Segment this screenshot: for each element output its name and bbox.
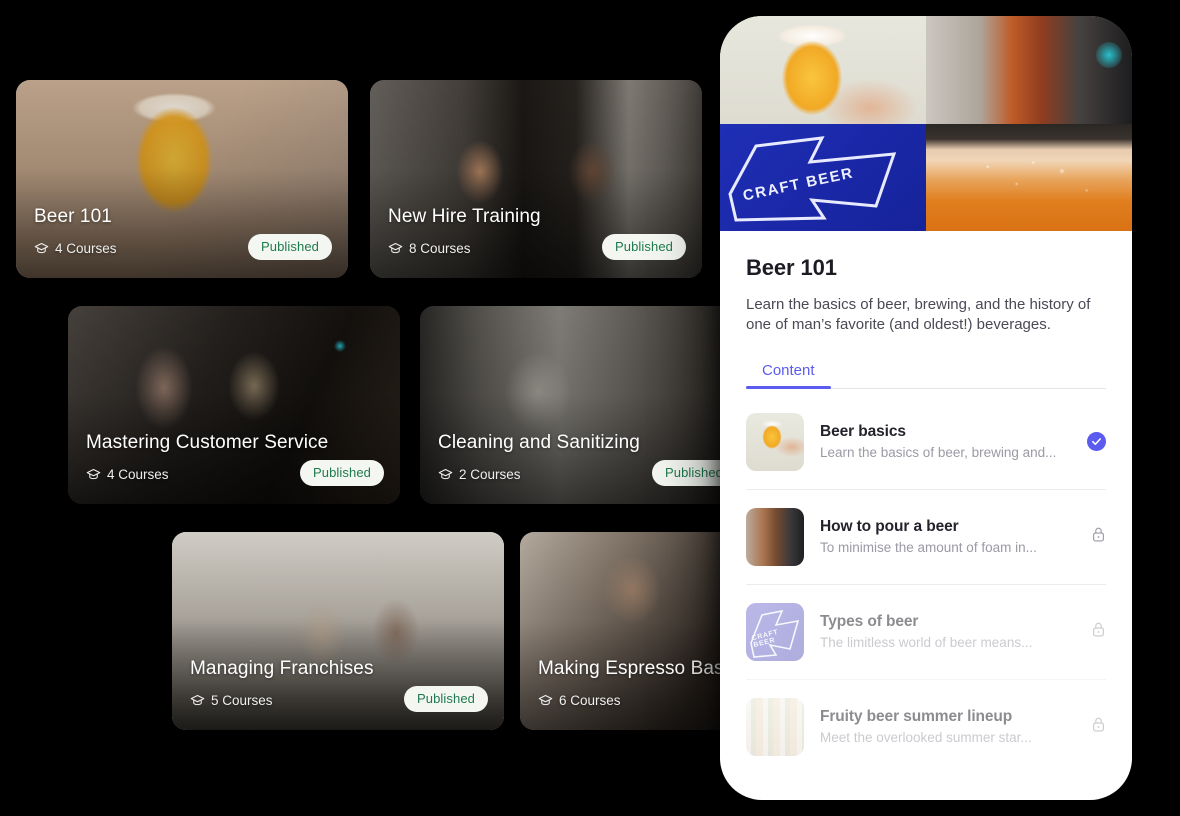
- course-detail-title: Beer 101: [746, 255, 837, 280]
- course-count-label: 4 Courses: [55, 241, 117, 256]
- lesson-subtitle: Meet the overlooked summer star...: [820, 730, 1032, 745]
- lock-icon: [1091, 526, 1106, 548]
- lesson-text-block: Fruity beer summer lineup Meet the overl…: [820, 708, 1068, 745]
- lesson-list-item[interactable]: How to pour a beer To minimise the amoun…: [746, 490, 1106, 585]
- status-badge: Published: [602, 234, 686, 260]
- graduation-cap-icon: [190, 693, 205, 708]
- lesson-title: Fruity beer summer lineup: [820, 708, 1013, 725]
- course-card-meta: 5 Courses: [190, 693, 273, 708]
- page-root: Beer 101 4 Courses Published New Hire Tr…: [0, 0, 1180, 816]
- course-card-title: Making Espresso Based: [538, 658, 745, 679]
- check-circle-icon: [1087, 432, 1106, 451]
- lesson-state: [1084, 432, 1106, 451]
- course-card-beer-101[interactable]: Beer 101 4 Courses Published: [16, 80, 348, 278]
- course-card-title: Cleaning and Sanitizing: [438, 432, 640, 453]
- lesson-state: [1084, 716, 1106, 738]
- course-card-meta: 6 Courses: [538, 693, 621, 708]
- phone-content-area: Beer 101 Learn the basics of beer, brewi…: [720, 231, 1132, 774]
- hero-quadrant-beer-foam-photo: [926, 123, 1132, 231]
- lock-icon: [1091, 716, 1106, 738]
- lesson-subtitle: Learn the basics of beer, brewing and...: [820, 445, 1057, 460]
- lesson-text-block: Beer basics Learn the basics of beer, br…: [820, 423, 1068, 460]
- lesson-thumbnail: CRAFT BEER: [746, 602, 804, 661]
- lesson-text-block: How to pour a beer To minimise the amoun…: [820, 518, 1068, 555]
- lesson-list-item[interactable]: Beer basics Learn the basics of beer, br…: [746, 395, 1106, 490]
- lesson-subtitle: The limitless world of beer means...: [820, 635, 1033, 650]
- course-detail-description: Learn the basics of beer, brewing, and t…: [746, 296, 1091, 334]
- lesson-list-item[interactable]: Fruity beer summer lineup Meet the overl…: [746, 680, 1106, 774]
- lesson-thumbnail: [746, 412, 804, 471]
- graduation-cap-icon: [388, 241, 403, 256]
- hero-quadrant-beer-taps-photo: [926, 16, 1132, 124]
- course-count-label: 8 Courses: [409, 241, 471, 256]
- lesson-title: Types of beer: [820, 613, 919, 630]
- lesson-state: [1084, 526, 1106, 548]
- lesson-thumbnail: [746, 697, 804, 756]
- hero-quadrant-craft-beer-sign-photo: CRAFT BEER: [720, 123, 926, 231]
- course-card-meta: 4 Courses: [86, 467, 169, 482]
- graduation-cap-icon: [34, 241, 49, 256]
- graduation-cap-icon: [438, 467, 453, 482]
- lesson-list-item[interactable]: CRAFT BEER Types of beer The limitless w…: [746, 585, 1106, 680]
- course-card-title: Mastering Customer Service: [86, 432, 329, 453]
- status-badge: Published: [248, 234, 332, 260]
- lesson-state: [1084, 621, 1106, 643]
- course-card-title: Beer 101: [34, 206, 112, 227]
- course-card-managing-franchises[interactable]: Managing Franchises 5 Courses Published: [172, 532, 504, 730]
- status-badge: Published: [300, 460, 384, 486]
- course-count-label: 6 Courses: [559, 693, 621, 708]
- lesson-title: How to pour a beer: [820, 518, 959, 535]
- course-card-cleaning-and-sanitizing[interactable]: Cleaning and Sanitizing 2 Courses Publis…: [420, 306, 752, 504]
- course-card-mastering-customer-service[interactable]: Mastering Customer Service 4 Courses Pub…: [68, 306, 400, 504]
- graduation-cap-icon: [538, 693, 553, 708]
- course-card-title: New Hire Training: [388, 206, 541, 227]
- course-count-label: 5 Courses: [211, 693, 273, 708]
- course-card-meta: 2 Courses: [438, 467, 521, 482]
- lesson-subtitle: To minimise the amount of foam in...: [820, 540, 1037, 555]
- course-card-meta: 8 Courses: [388, 241, 471, 256]
- hero-quadrant-beer-glass-photo: [720, 16, 926, 124]
- course-hero-collage: CRAFT BEER: [720, 16, 1132, 231]
- lesson-list: Beer basics Learn the basics of beer, br…: [746, 395, 1106, 774]
- graduation-cap-icon: [86, 467, 101, 482]
- lesson-title: Beer basics: [820, 423, 906, 440]
- status-badge: Published: [404, 686, 488, 712]
- course-count-label: 4 Courses: [107, 467, 169, 482]
- lesson-text-block: Types of beer The limitless world of bee…: [820, 613, 1068, 650]
- course-count-label: 2 Courses: [459, 467, 521, 482]
- course-card-title: Managing Franchises: [190, 658, 374, 679]
- tab-content[interactable]: Content: [746, 356, 831, 389]
- phone-mockup-course-detail: CRAFT BEER Beer 101 Learn the basics of …: [720, 16, 1132, 800]
- detail-tab-bar: Content: [746, 356, 1106, 389]
- lock-icon: [1091, 621, 1106, 643]
- lesson-thumbnail: [746, 507, 804, 566]
- course-card-new-hire-training[interactable]: New Hire Training 8 Courses Published: [370, 80, 702, 278]
- course-card-meta: 4 Courses: [34, 241, 117, 256]
